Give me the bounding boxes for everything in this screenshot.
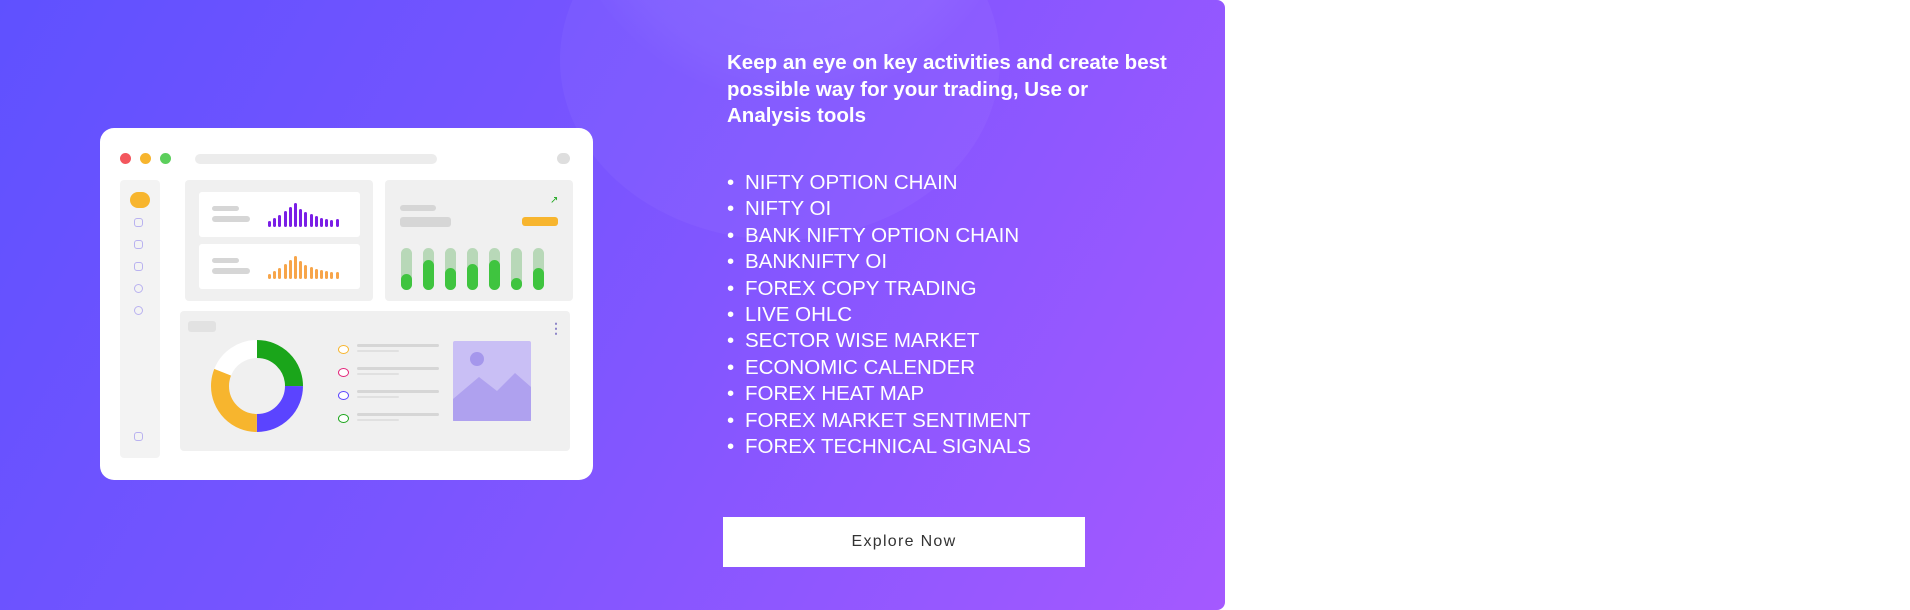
feature-item[interactable]: ECONOMIC CALENDER bbox=[727, 355, 1031, 382]
explore-now-button[interactable]: Explore Now bbox=[723, 517, 1085, 567]
settings-icon bbox=[134, 306, 143, 315]
sparkline-bar bbox=[304, 212, 308, 227]
sparkline-bar bbox=[278, 268, 282, 279]
minimize-dot-icon bbox=[140, 153, 151, 164]
hero-banner: ↗ ⋮ Keep an eye on key activities and cr… bbox=[0, 0, 1225, 610]
bar-fill bbox=[511, 278, 522, 290]
sparkline-bar bbox=[309, 267, 313, 279]
legend-line bbox=[357, 390, 439, 393]
copy-icon bbox=[134, 218, 143, 227]
sparkline-bar bbox=[309, 214, 313, 227]
sparkline-bar bbox=[288, 207, 292, 227]
feature-item[interactable]: FOREX MARKET SENTIMENT bbox=[727, 408, 1031, 435]
transfer-icon bbox=[134, 240, 143, 249]
overview-panel: ⋮ bbox=[180, 311, 570, 451]
maximize-dot-icon bbox=[160, 153, 171, 164]
sparkline-bar bbox=[304, 265, 308, 279]
bar-chart-panel: ↗ bbox=[385, 180, 573, 301]
feature-item[interactable]: LIVE OHLC bbox=[727, 302, 1031, 329]
donut-chart bbox=[211, 340, 303, 432]
sparkline-bar bbox=[283, 211, 287, 227]
panel-tab bbox=[188, 321, 216, 332]
bar-fill bbox=[401, 274, 412, 290]
sparkline-bar bbox=[273, 271, 277, 279]
arrow-up-right-icon: ↗ bbox=[550, 195, 559, 206]
headline: Keep an eye on key activities and create… bbox=[727, 51, 1167, 127]
trend-badge bbox=[522, 217, 558, 226]
sparkline-bar bbox=[330, 272, 334, 279]
dashboard-icon bbox=[130, 192, 150, 208]
feature-item[interactable]: NIFTY OI bbox=[727, 196, 1031, 223]
legend-subline bbox=[357, 419, 399, 421]
bar-fill bbox=[467, 264, 478, 290]
sparkline-bar bbox=[283, 264, 287, 279]
legend-dot-orange bbox=[338, 345, 349, 354]
logout-icon bbox=[134, 432, 143, 441]
close-dot-icon bbox=[120, 153, 131, 164]
legend-line bbox=[357, 344, 439, 347]
feature-item[interactable]: SECTOR WISE MARKET bbox=[727, 328, 1031, 355]
sparkline-bar bbox=[294, 203, 297, 227]
sparkline-bar bbox=[294, 256, 297, 279]
card-value-line bbox=[212, 268, 250, 274]
feature-list: NIFTY OPTION CHAINNIFTY OIBANK NIFTY OPT… bbox=[727, 170, 1031, 461]
feature-item[interactable]: BANKNIFTY OI bbox=[727, 249, 1031, 276]
clock-icon bbox=[134, 284, 143, 293]
sparkline-bar bbox=[268, 221, 271, 227]
sparkline-bar bbox=[325, 219, 329, 227]
orange-sparkline-card bbox=[199, 244, 360, 289]
purple-sparkline-card bbox=[199, 192, 360, 237]
feature-item[interactable]: FOREX TECHNICAL SIGNALS bbox=[727, 434, 1031, 461]
legend-dot-pink bbox=[338, 368, 349, 377]
sparkline-bar bbox=[278, 215, 282, 227]
sparkline-bar bbox=[314, 216, 318, 227]
card-value-line bbox=[212, 216, 250, 222]
sparkline-bar bbox=[268, 274, 271, 279]
dashboard-illustration: ↗ ⋮ bbox=[100, 128, 593, 480]
feature-item[interactable]: FOREX COPY TRADING bbox=[727, 276, 1031, 303]
sparkline-bar bbox=[288, 260, 292, 279]
feature-item[interactable]: FOREX HEAT MAP bbox=[727, 381, 1031, 408]
legend-dot-indigo bbox=[338, 391, 349, 400]
card-label-line bbox=[212, 206, 239, 211]
legend-subline bbox=[357, 396, 399, 398]
sparkline-bar bbox=[335, 219, 339, 227]
legend-line bbox=[357, 367, 439, 370]
legend-subline bbox=[357, 373, 399, 375]
legend-line bbox=[357, 413, 439, 416]
sparkline-bar bbox=[320, 218, 323, 227]
card-label-line bbox=[212, 258, 239, 263]
bar-fill bbox=[423, 260, 434, 290]
window-button-icon bbox=[557, 153, 570, 164]
legend-subline bbox=[357, 350, 399, 352]
sparkline-bar bbox=[335, 272, 339, 279]
sparkline-bar bbox=[325, 271, 329, 279]
feature-item[interactable]: NIFTY OPTION CHAIN bbox=[727, 170, 1031, 197]
feature-item[interactable]: BANK NIFTY OPTION CHAIN bbox=[727, 223, 1031, 250]
sparkline-bar bbox=[314, 269, 318, 279]
panel-label-line bbox=[400, 205, 436, 211]
legend-dot-green bbox=[338, 414, 349, 423]
sparkline-bar bbox=[273, 218, 277, 227]
image-placeholder-icon bbox=[453, 341, 531, 421]
bar-fill bbox=[489, 260, 500, 290]
panel-value-line bbox=[400, 217, 451, 227]
sidebar bbox=[120, 180, 160, 458]
sparkline-panel bbox=[185, 180, 373, 301]
bar-fill bbox=[533, 268, 544, 290]
sparkline-bar bbox=[299, 209, 303, 227]
more-vertical-icon: ⋮ bbox=[549, 320, 563, 336]
sparkline-bar bbox=[330, 220, 334, 227]
card-icon bbox=[134, 262, 143, 271]
sparkline-bar bbox=[320, 270, 323, 279]
sparkline-bar bbox=[299, 261, 303, 279]
address-bar bbox=[195, 154, 437, 164]
bar-fill bbox=[445, 268, 456, 290]
